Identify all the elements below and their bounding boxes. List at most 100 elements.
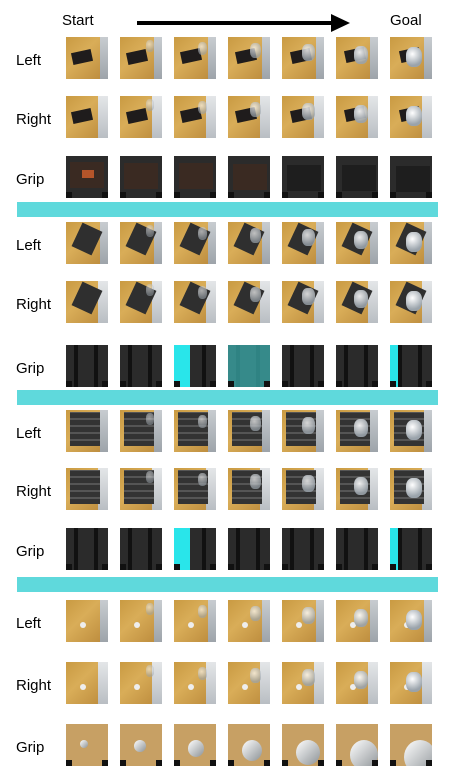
frame-right-1 xyxy=(66,281,108,323)
row-label-left: Left xyxy=(16,425,42,442)
frame-left-2 xyxy=(120,37,162,79)
frame-left-5 xyxy=(282,410,324,452)
frame-grip-2 xyxy=(120,724,162,766)
frame-grip-6 xyxy=(336,345,378,387)
frame-left-5 xyxy=(282,222,324,264)
frame-right-6 xyxy=(336,468,378,510)
frame-grip-6 xyxy=(336,724,378,766)
frame-grip-4 xyxy=(228,156,270,198)
frame-left-2 xyxy=(120,600,162,642)
frame-left-6 xyxy=(336,410,378,452)
frame-right-3 xyxy=(174,281,216,323)
row-label-right: Right xyxy=(16,296,52,313)
frame-right-3 xyxy=(174,662,216,704)
frame-left-7 xyxy=(390,37,432,79)
frame-right-3 xyxy=(174,468,216,510)
row-label-right: Right xyxy=(16,483,52,500)
frame-right-4 xyxy=(228,662,270,704)
frame-grip-3 xyxy=(174,724,216,766)
frame-grip-4 xyxy=(228,345,270,387)
frame-right-1 xyxy=(66,96,108,138)
frame-right-3 xyxy=(174,96,216,138)
frame-grip-2 xyxy=(120,156,162,198)
frame-grip-5 xyxy=(282,528,324,570)
frame-left-7 xyxy=(390,600,432,642)
block-separator xyxy=(17,577,438,592)
row-label-grip: Grip xyxy=(16,171,45,188)
frame-right-4 xyxy=(228,96,270,138)
frame-grip-1 xyxy=(66,156,108,198)
frame-grip-6 xyxy=(336,528,378,570)
frame-left-6 xyxy=(336,37,378,79)
start-label: Start xyxy=(62,12,94,29)
frame-left-4 xyxy=(228,37,270,79)
frame-grip-1 xyxy=(66,724,108,766)
frame-right-4 xyxy=(228,281,270,323)
frame-left-4 xyxy=(228,222,270,264)
frame-grip-5 xyxy=(282,156,324,198)
arrow-right-icon xyxy=(137,14,350,32)
frame-right-6 xyxy=(336,281,378,323)
frame-left-1 xyxy=(66,222,108,264)
frame-right-5 xyxy=(282,662,324,704)
frame-left-6 xyxy=(336,600,378,642)
frame-left-1 xyxy=(66,37,108,79)
frame-grip-7 xyxy=(390,528,432,570)
frame-left-5 xyxy=(282,600,324,642)
frame-right-5 xyxy=(282,468,324,510)
frame-left-4 xyxy=(228,410,270,452)
frame-grip-4 xyxy=(228,528,270,570)
frame-right-6 xyxy=(336,96,378,138)
frame-grip-1 xyxy=(66,528,108,570)
frame-grip-2 xyxy=(120,528,162,570)
frame-left-6 xyxy=(336,222,378,264)
row-label-left: Left xyxy=(16,52,42,69)
goal-label: Goal xyxy=(390,12,422,29)
frame-grip-6 xyxy=(336,156,378,198)
frame-left-7 xyxy=(390,222,432,264)
row-label-right: Right xyxy=(16,677,52,694)
frame-grip-1 xyxy=(66,345,108,387)
frame-right-1 xyxy=(66,662,108,704)
block-separator xyxy=(17,390,438,405)
frame-grip-5 xyxy=(282,345,324,387)
frame-left-5 xyxy=(282,37,324,79)
frame-right-6 xyxy=(336,662,378,704)
frame-left-7 xyxy=(390,410,432,452)
frame-left-2 xyxy=(120,410,162,452)
frame-right-4 xyxy=(228,468,270,510)
frame-grip-7 xyxy=(390,156,432,198)
frame-grip-4 xyxy=(228,724,270,766)
frame-grip-5 xyxy=(282,724,324,766)
frame-grip-2 xyxy=(120,345,162,387)
row-label-left: Left xyxy=(16,615,42,632)
frame-right-7 xyxy=(390,662,432,704)
frame-right-7 xyxy=(390,281,432,323)
frame-right-7 xyxy=(390,468,432,510)
frame-left-3 xyxy=(174,410,216,452)
frame-right-2 xyxy=(120,468,162,510)
frame-left-1 xyxy=(66,410,108,452)
frame-left-3 xyxy=(174,37,216,79)
row-label-left: Left xyxy=(16,237,42,254)
frame-grip-7 xyxy=(390,724,432,766)
frame-right-2 xyxy=(120,281,162,323)
frame-right-1 xyxy=(66,468,108,510)
frame-grip-7 xyxy=(390,345,432,387)
row-label-grip: Grip xyxy=(16,543,45,560)
row-label-right: Right xyxy=(16,111,52,128)
frame-right-5 xyxy=(282,281,324,323)
frame-right-2 xyxy=(120,96,162,138)
frame-right-7 xyxy=(390,96,432,138)
frame-right-5 xyxy=(282,96,324,138)
row-label-grip: Grip xyxy=(16,739,45,756)
frame-grip-3 xyxy=(174,156,216,198)
frame-grip-3 xyxy=(174,528,216,570)
frame-left-3 xyxy=(174,222,216,264)
row-label-grip: Grip xyxy=(16,360,45,377)
block-separator xyxy=(17,202,438,217)
frame-right-2 xyxy=(120,662,162,704)
frame-left-4 xyxy=(228,600,270,642)
frame-grip-3 xyxy=(174,345,216,387)
frame-left-2 xyxy=(120,222,162,264)
